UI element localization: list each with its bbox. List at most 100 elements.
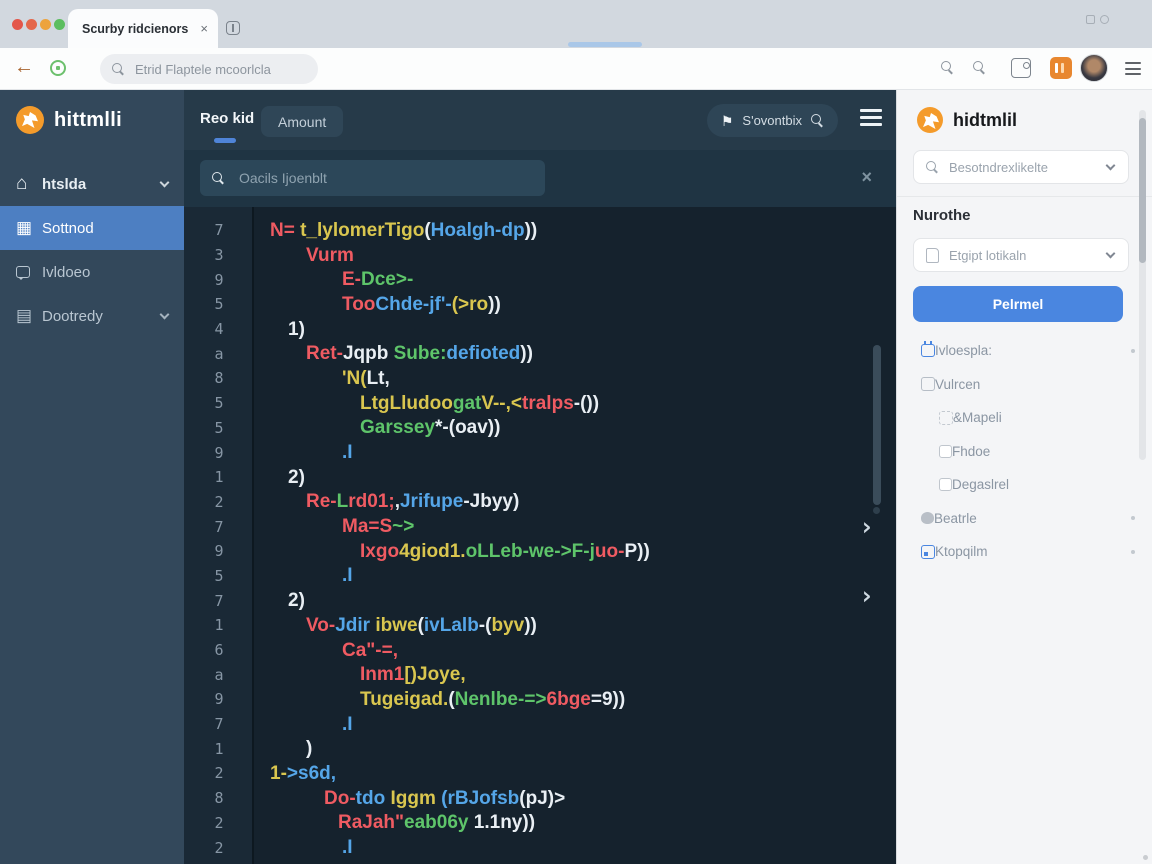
item-options-dot — [1131, 549, 1135, 554]
panel-item-shadow[interactable]: Fhdoe — [897, 435, 1152, 469]
code-text: Inm1[)Joye, — [344, 663, 466, 686]
line-number: 2 — [214, 492, 224, 511]
code-token: Nenlbe-=> — [454, 688, 547, 710]
code-line[interactable]: 4 1) — [184, 317, 896, 342]
editor-menu-icon[interactable] — [860, 109, 882, 130]
browser-toolbar: ← — [0, 48, 1152, 90]
sidebar-item-dashboard[interactable]: Sottnod — [0, 206, 184, 250]
code-line[interactable]: 7 Ma=S~> — [184, 514, 896, 539]
window-restore-button[interactable] — [40, 19, 51, 30]
code-line[interactable]: 9 Ixgo4giod1.oLLeb-we->F-juo-P)) — [184, 539, 896, 564]
editor-header: Reo kid Amount ⚑ S'ovontbix — [184, 90, 896, 150]
code-token: Hoalgh-dp — [430, 219, 525, 241]
app-logo[interactable]: hittmlli — [16, 106, 122, 134]
code-line[interactable]: 6 Ca"-=, — [184, 638, 896, 663]
extension-icon[interactable] — [1050, 57, 1072, 79]
editor-search-input[interactable] — [237, 169, 533, 187]
profile-avatar[interactable] — [1080, 54, 1108, 82]
panel-item-dropdown[interactable]: Ktopqilm — [897, 535, 1152, 569]
browser-tab[interactable]: Scurby ridcienors × — [68, 9, 218, 48]
back-button-icon[interactable]: ← — [14, 56, 34, 79]
window-close-button[interactable] — [12, 19, 23, 30]
code-line[interactable]: 2 1->s6d, — [184, 761, 896, 786]
code-line[interactable]: 5 .I — [184, 564, 896, 589]
panel-scrollbar-thumb[interactable] — [1139, 118, 1146, 263]
code-text: Do-tdo Iggm (rBJofsb(pJ)> — [308, 787, 565, 810]
item-options-dot — [1131, 348, 1135, 353]
chk-icon — [939, 444, 952, 458]
expand-chevron-icon[interactable]: › — [859, 512, 874, 541]
code-line[interactable]: 5 TooChde-jf'-(>ro)) — [184, 292, 896, 317]
panel-item-list: Ivloespla: Vulrcen &Mapeli Fhdoe Degaslrel Be… — [897, 334, 1152, 569]
line-number: 2 — [214, 813, 224, 832]
search-icon[interactable] — [941, 61, 954, 74]
browser-menu-icon[interactable] — [1125, 62, 1141, 79]
panel-item-templates[interactable]: Ivloespla: — [897, 334, 1152, 368]
app-sidebar: hittmlli htslda Sottnod Ivldoeo Dootredy — [0, 90, 184, 864]
close-icon[interactable]: × — [861, 167, 872, 188]
tab-read-kid[interactable]: Reo kid — [200, 110, 254, 127]
chevron-down-icon — [1105, 248, 1116, 258]
code-line[interactable]: 1 2) — [184, 465, 896, 490]
sidebar-item-label: htslda — [42, 175, 87, 193]
panel-item-beastie[interactable]: Beatrle — [897, 502, 1152, 536]
panel-item-wrapper[interactable]: &Mapeli — [897, 401, 1152, 435]
editor-scrollbar-thumb[interactable] — [873, 345, 881, 505]
lens-search-icon[interactable] — [973, 61, 986, 74]
code-line[interactable]: 9 .I — [184, 440, 896, 465]
code-line[interactable]: 7 .I — [184, 712, 896, 737]
panel-item-screen[interactable]: Vulrcen — [897, 368, 1152, 402]
code-token: ~> — [392, 516, 415, 538]
code-token: P)) — [624, 540, 650, 562]
browser-window: Scurby ridcienors × ← hittmlli htsldaS — [0, 0, 1152, 864]
code-token: gat — [452, 392, 482, 414]
window-option-icon[interactable] — [1100, 15, 1109, 24]
new-tab-button[interactable] — [226, 21, 240, 35]
code-line[interactable]: 3 Vurm — [184, 243, 896, 268]
code-line[interactable]: 5 LtgLludoogatV--,<tralps-()) — [184, 391, 896, 416]
history-clipboard-icon[interactable] — [1011, 58, 1031, 78]
home-icon — [16, 176, 42, 192]
action-pill-button[interactable]: ⚑ S'ovontbix — [706, 104, 838, 137]
code-token: 1) — [288, 318, 305, 340]
tab-close-icon[interactable]: × — [200, 22, 208, 35]
code-token: E- — [342, 269, 361, 291]
panel-item-details[interactable]: Degaslrel — [897, 468, 1152, 502]
code-line[interactable]: 7 N= t_lylomerTigo(Hoalgh-dp)) — [184, 218, 896, 243]
panel-item-label: Beatrle — [934, 510, 977, 526]
code-token: -()) — [573, 392, 600, 414]
code-line[interactable]: 7 2) — [184, 588, 896, 613]
sidebar-item-home[interactable]: htslda — [0, 162, 184, 206]
refresh-icon[interactable] — [50, 60, 66, 76]
code-line[interactable]: 1) — [184, 736, 896, 761]
window-minimize-button[interactable] — [26, 19, 37, 30]
code-token: Lt, — [366, 367, 390, 389]
sidebar-item-videos[interactable]: Ivldoeo — [0, 250, 184, 294]
window-controls — [12, 19, 65, 30]
code-line[interactable]: 8 Do-tdo Iggm (rBJofsb(pJ)> — [184, 786, 896, 811]
code-line[interactable]: a Inm1[)Joye, — [184, 662, 896, 687]
address-bar[interactable] — [100, 54, 318, 84]
address-input[interactable] — [133, 60, 306, 78]
expand-chevron-icon[interactable]: › — [859, 581, 874, 610]
code-line[interactable]: 2 RaJah"eab06y 1.1ny)) — [184, 811, 896, 836]
sidebar-item-library[interactable]: Dootredy — [0, 294, 184, 338]
code-line[interactable]: 8 'N(Lt, — [184, 366, 896, 391]
code-line[interactable]: 9 E-Dce>- — [184, 267, 896, 292]
code-line[interactable]: 5 Garssey*-(oav)) — [184, 416, 896, 441]
primary-button[interactable]: Pelrmel — [913, 286, 1123, 322]
panel-select-dropdown[interactable]: Etgipt lotikaln — [913, 238, 1129, 272]
code-editor[interactable]: 7 N= t_lylomerTigo(Hoalgh-dp)) 3 Vurm 9 E-Dce… — [184, 207, 896, 864]
amount-button[interactable]: Amount — [261, 106, 344, 137]
code-line[interactable]: 2 Re-Lrd01;,Jrifupe-Jbyy) — [184, 490, 896, 515]
code-line[interactable]: a Ret-Jqpb Sube:defioted)) — [184, 341, 896, 366]
window-zoom-button[interactable] — [54, 19, 65, 30]
code-line[interactable]: 1 Vo-Jdir ibwe(ivLalb-(byv)) — [184, 613, 896, 638]
code-line[interactable]: 2 .I — [184, 835, 896, 860]
code-token: V--,< — [481, 392, 523, 414]
code-token: oLLeb-we->F-j — [465, 540, 595, 562]
window-option-icon[interactable] — [1086, 15, 1095, 24]
panel-search-dropdown[interactable]: Besotndrexlikelte — [913, 150, 1129, 184]
editor-search-box[interactable] — [200, 160, 545, 196]
code-line[interactable]: 9 Tugeigad.(Nenlbe-=>6bge=9)) — [184, 687, 896, 712]
